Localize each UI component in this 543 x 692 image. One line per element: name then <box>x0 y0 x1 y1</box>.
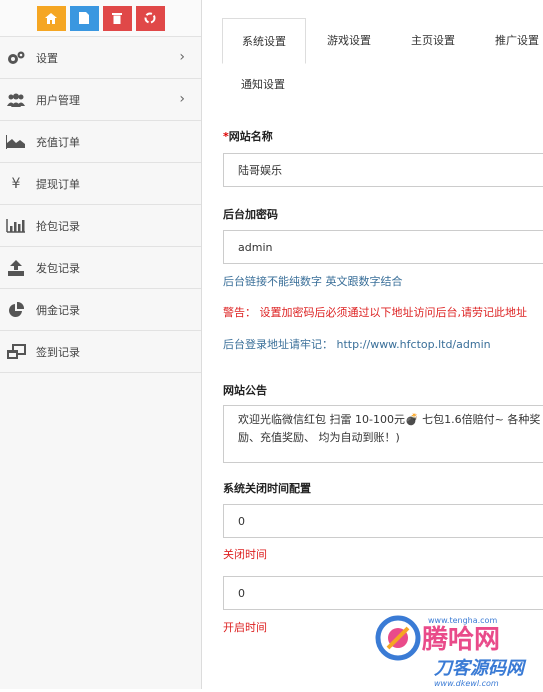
sidebar-item-label: 签到记录 <box>36 345 80 359</box>
site-name-label: *网站名称 <box>223 130 273 143</box>
sidebar-item-label: 抢包记录 <box>36 219 80 233</box>
sidebar-item-checkin-records[interactable]: 签到记录 <box>0 331 201 373</box>
sidebar: 设置 › 用户管理 › 充值订单 ¥ 提现订单 抢包记录 发包记录 佣金记录 签… <box>0 0 202 689</box>
admin-password-input[interactable]: admin <box>223 230 543 264</box>
bar-chart-icon <box>4 218 28 233</box>
sidebar-item-label: 设置 <box>36 51 58 65</box>
tab-notification-settings[interactable]: 通知设置 <box>222 62 304 106</box>
watermark-logo: 腾哈网 www.tengha.com 刀客源码网 www.dkewl.com <box>372 612 543 689</box>
sidebar-item-grab-records[interactable]: 抢包记录 <box>0 205 201 247</box>
admin-url-note: 后台登录地址请牢记： http://www.hfctop.ltd/admin <box>223 338 491 351</box>
open-time-label: 开启时间 <box>223 621 267 634</box>
sidebar-item-send-records[interactable]: 发包记录 <box>0 247 201 289</box>
sidebar-item-user-management[interactable]: 用户管理 › <box>0 79 201 121</box>
area-chart-icon <box>4 134 28 149</box>
tab-game-settings[interactable]: 游戏设置 <box>308 18 390 62</box>
users-icon <box>4 93 28 107</box>
home-shortcut-button[interactable] <box>36 5 66 31</box>
chevron-right-icon: › <box>179 49 185 65</box>
close-time-label: 关闭时间 <box>223 548 267 561</box>
sidebar-item-withdraw-orders[interactable]: ¥ 提现订单 <box>0 163 201 205</box>
recycle-shortcut-button[interactable] <box>135 5 165 31</box>
pie-chart-icon <box>4 301 28 318</box>
sidebar-item-commission-records[interactable]: 佣金记录 <box>0 289 201 331</box>
trash-icon <box>112 13 122 24</box>
svg-text:腾哈网: 腾哈网 <box>422 625 500 655</box>
tab-system-settings[interactable]: 系统设置 <box>222 18 306 64</box>
sidebar-item-label: 充值订单 <box>36 135 80 149</box>
settings-tabs: 系统设置 游戏设置 主页设置 推广设置 通知设置 <box>222 18 543 106</box>
svg-text:刀客源码网: 刀客源码网 <box>434 658 527 679</box>
windows-icon <box>4 343 28 360</box>
sidebar-item-label: 发包记录 <box>36 261 80 275</box>
settings-panel: 系统设置 游戏设置 主页设置 推广设置 通知设置 *网站名称 陆哥娱乐 后台加密… <box>202 0 543 689</box>
svg-text:www.tengha.com: www.tengha.com <box>428 616 497 625</box>
close-time-input[interactable]: 0 <box>223 504 543 538</box>
sidebar-item-settings[interactable]: 设置 › <box>0 37 201 79</box>
sidebar-item-recharge-orders[interactable]: 充值订单 <box>0 121 201 163</box>
sidebar-item-label: 佣金记录 <box>36 303 80 317</box>
site-notice-textarea[interactable]: 欢迎光临微信红包 扫雷 10-100元💣 七包1.6倍赔付~ 各种奖励、充值奖励… <box>223 405 543 463</box>
shortcut-bar <box>0 0 201 37</box>
chevron-right-icon: › <box>179 91 185 107</box>
close-time-config-label: 系统关闭时间配置 <box>223 482 311 495</box>
document-shortcut-button[interactable] <box>69 5 99 31</box>
admin-password-help: 后台链接不能纯数字 英文跟数字结合 <box>223 275 403 288</box>
sidebar-item-label: 用户管理 <box>36 93 80 107</box>
watermark-graphic: 腾哈网 www.tengha.com 刀客源码网 www.dkewl.com <box>375 615 527 688</box>
open-time-input[interactable]: 0 <box>223 576 543 610</box>
document-icon <box>79 12 89 24</box>
site-notice-label: 网站公告 <box>223 384 267 397</box>
trash-shortcut-button[interactable] <box>102 5 132 31</box>
sidebar-item-label: 提现订单 <box>36 177 80 191</box>
gears-icon <box>4 50 28 66</box>
tab-home-settings[interactable]: 主页设置 <box>392 18 474 62</box>
upload-icon <box>4 259 28 276</box>
tab-promotion-settings[interactable]: 推广设置 <box>476 18 543 62</box>
svg-text:www.dkewl.com: www.dkewl.com <box>434 679 499 688</box>
yen-icon: ¥ <box>11 175 21 192</box>
recycle-icon <box>144 12 156 24</box>
site-name-input[interactable]: 陆哥娱乐 <box>223 153 543 187</box>
home-icon <box>45 12 57 24</box>
admin-password-label: 后台加密码 <box>223 208 278 221</box>
warning-text: 警告： 设置加密码后必须通过以下地址访问后台,请劳记此地址 <box>223 306 527 319</box>
